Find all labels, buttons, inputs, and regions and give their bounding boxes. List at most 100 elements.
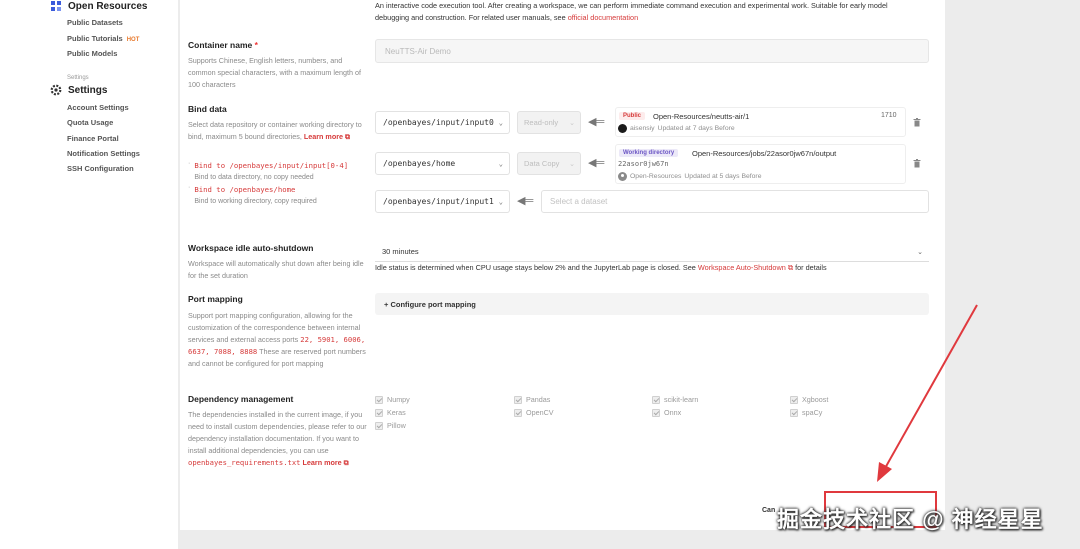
- external-link-icon: ⧉: [787, 263, 794, 272]
- bind-mode-select[interactable]: Data Copy ⌄: [517, 152, 581, 175]
- sidebar-item-account-settings[interactable]: Account Settings: [67, 103, 129, 112]
- dependency-label: Pillow: [387, 421, 406, 430]
- bind-path-value: /openbayes/input/input0: [383, 118, 494, 127]
- dataset-name: Open-Resources/neutts-air/1: [653, 112, 750, 121]
- sidebar-item-ssh-configuration[interactable]: SSH Configuration: [67, 164, 134, 173]
- sidebar-item-notification-settings[interactable]: Notification Settings: [67, 149, 140, 158]
- dependency-description-text: The dependencies installed in the curren…: [188, 410, 367, 455]
- cancel-button[interactable]: Can: [762, 507, 775, 514]
- sidebar-item-finance-portal[interactable]: Finance Portal: [67, 134, 119, 143]
- official-documentation-link[interactable]: official documentation: [568, 13, 638, 22]
- dependency-checkbox-pillow: Pillow: [375, 421, 406, 430]
- open-resources-title: Open Resources: [68, 0, 148, 12]
- checkbox-icon: [652, 408, 660, 417]
- idle-shutdown-description: Workspace will automatically shut down a…: [188, 259, 364, 280]
- bind-mode-value: Read-only: [524, 118, 559, 127]
- learn-more-text: Learn more: [303, 132, 344, 141]
- checkbox-icon: [375, 395, 383, 404]
- create-workspace-form: An interactive code execution tool. Afte…: [180, 0, 945, 530]
- hint-path: Bind to /openbayes/input/input[0-4]: [194, 161, 349, 170]
- dependency-checkbox-opencv: OpenCV: [514, 408, 554, 417]
- checkbox-icon: [652, 395, 660, 404]
- sidebar: Open Resources Public Datasets Public Tu…: [0, 0, 178, 549]
- idle-status-text: Idle status is determined when CPU usage…: [375, 263, 827, 273]
- dependency-checkbox-pandas: Pandas: [514, 395, 550, 404]
- working-directory-card[interactable]: Working directory Open-Resources/jobs/22…: [615, 144, 906, 184]
- dependency-learn-more-link[interactable]: Learn more ⧉: [303, 458, 349, 467]
- open-resources-icon: [51, 1, 61, 11]
- learn-more-text: Learn more: [302, 458, 342, 467]
- dataset-owner: aisensiy: [630, 125, 655, 132]
- external-link-icon: ⧉: [343, 458, 349, 467]
- bind-path-select[interactable]: /openbayes/input/input0 ⌄: [375, 111, 510, 134]
- configure-port-mapping-button[interactable]: + Configure port mapping: [375, 293, 929, 315]
- trash-icon[interactable]: [913, 118, 921, 127]
- dataset-card[interactable]: Public Open-Resources/neutts-air/1 1710 …: [615, 107, 906, 137]
- idle-status-suffix: for details: [795, 263, 827, 272]
- chevron-down-icon: ⌄: [498, 118, 503, 127]
- port-mapping-description: Support port mapping configuration, allo…: [188, 310, 368, 370]
- bind-data-hints: · Bind to /openbayes/input/input[0-4] Bi…: [188, 160, 368, 208]
- chevron-down-icon: ⌄: [569, 160, 575, 168]
- dependency-label: Onnx: [664, 408, 682, 417]
- dependency-label: Xgboost: [802, 395, 829, 404]
- bullet-icon: ·: [188, 160, 191, 167]
- dependency-checkbox-keras: Keras: [375, 408, 406, 417]
- dataset-size: 1710: [881, 112, 897, 119]
- bind-data-learn-more-link[interactable]: Learn more ⧉: [304, 132, 350, 141]
- sidebar-item-public-models[interactable]: Public Models: [67, 49, 117, 58]
- bind-path-value: /openbayes/input/input1: [383, 197, 494, 206]
- chevron-down-icon: ⌄: [569, 119, 575, 127]
- bind-path-select[interactable]: /openbayes/home ⌄: [375, 152, 510, 175]
- dependency-checkbox-numpy: Numpy: [375, 395, 410, 404]
- public-badge: Public: [619, 112, 646, 120]
- dataset-select-input[interactable]: Select a dataset: [541, 190, 929, 213]
- job-owner: Open-Resources: [630, 173, 682, 180]
- avatar: [618, 172, 627, 181]
- dataset-updated: Updated at 7 days Before: [657, 125, 735, 132]
- checkbox-icon: [375, 408, 383, 417]
- bind-mode-value: Data Copy: [524, 159, 560, 168]
- trash-icon[interactable]: [913, 159, 921, 168]
- dependency-checkbox-scikit-learn: scikit-learn: [652, 395, 698, 404]
- required-mark: *: [254, 40, 258, 50]
- open-resources-section[interactable]: Open Resources: [50, 0, 147, 12]
- dataset-meta: aisensiy Updated at 7 days Before: [618, 124, 735, 133]
- bind-data-description: Select data repository or container work…: [188, 119, 368, 143]
- avatar: [618, 124, 627, 133]
- idle-duration-select[interactable]: 30 minutes ⌄: [375, 242, 929, 262]
- bind-path-select[interactable]: /openbayes/input/input1 ⌄: [375, 190, 510, 213]
- dependency-checkbox-xgboost: Xgboost: [790, 395, 828, 404]
- bind-arrow-icon: ◀═: [517, 195, 534, 207]
- hint-note: Bind to working directory, copy required: [194, 198, 317, 205]
- job-meta: Open-Resources Updated at 5 days Before: [618, 172, 761, 181]
- checkbox-icon: [514, 408, 522, 417]
- settings-section[interactable]: Settings: [50, 84, 107, 96]
- dependency-label: scikit-learn: [664, 395, 699, 404]
- watermark-text: 掘金技术社区 @ 神经星星: [777, 507, 1044, 532]
- settings-group-label: Settings: [67, 75, 89, 81]
- idle-status-description: Idle status is determined when CPU usage…: [375, 263, 696, 272]
- checkbox-icon: [790, 395, 798, 404]
- auto-shutdown-link-text: Workspace Auto-Shutdown: [697, 263, 786, 272]
- idle-duration-value: 30 minutes: [382, 247, 419, 256]
- container-name-label-text: Container name: [188, 40, 253, 50]
- dependency-label: Pandas: [526, 395, 551, 404]
- sidebar-item-public-tutorials[interactable]: Public Tutorials HOT: [67, 34, 139, 43]
- chevron-down-icon: ⌄: [498, 159, 503, 168]
- sidebar-item-public-datasets[interactable]: Public Datasets: [67, 18, 123, 27]
- hint-item: · Bind to /openbayes/input/input[0-4] Bi…: [188, 160, 368, 184]
- bind-data-label: Bind data: [188, 104, 227, 114]
- sidebar-item-quota-usage[interactable]: Quota Usage: [67, 118, 113, 127]
- working-directory-badge: Working directory: [619, 149, 679, 157]
- bind-mode-select[interactable]: Read-only ⌄: [517, 111, 581, 134]
- hint-path: Bind to /openbayes/home: [194, 185, 296, 194]
- auto-shutdown-link[interactable]: Workspace Auto-Shutdown ⧉: [698, 263, 793, 272]
- port-mapping-label: Port mapping: [188, 294, 243, 304]
- container-name-input[interactable]: NeuTTS-Air Demo: [375, 39, 929, 63]
- container-name-label: Container name *: [188, 40, 258, 50]
- job-id: 22asor0jw67n: [618, 160, 669, 168]
- hot-badge: HOT: [126, 37, 140, 43]
- job-output-name: Open-Resources/jobs/22asor0jw67n/output: [692, 149, 837, 158]
- dependency-checkbox-spacy: spaCy: [790, 408, 822, 417]
